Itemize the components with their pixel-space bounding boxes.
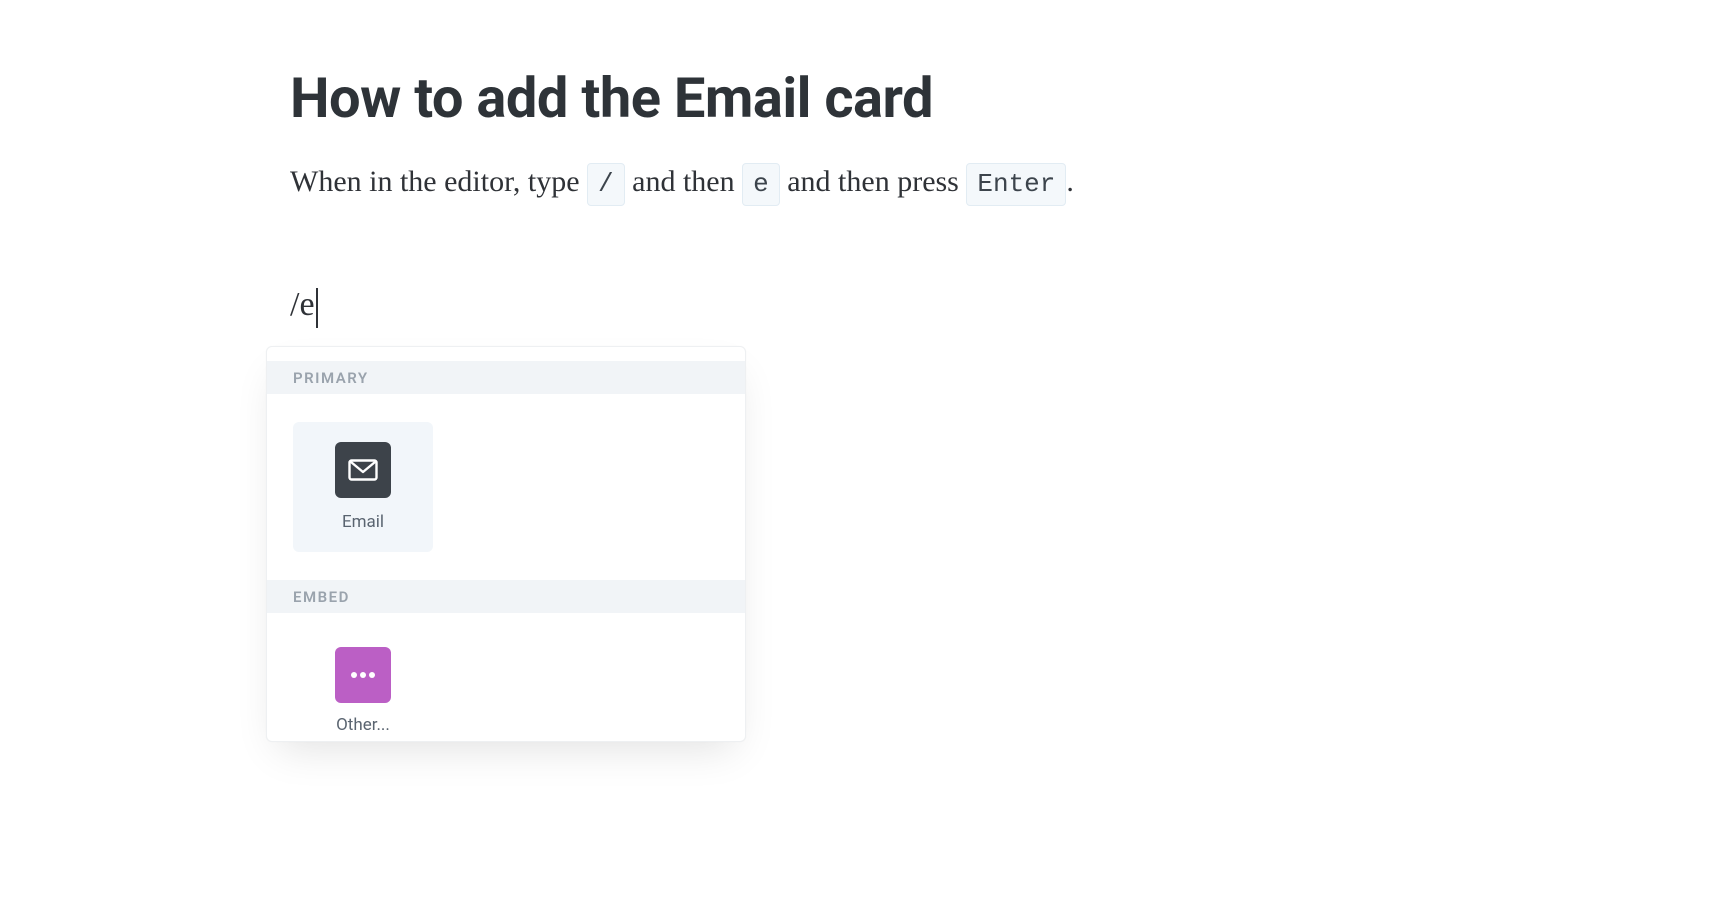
page-root: How to add the Email card When in the ed… bbox=[0, 0, 1722, 742]
intro-text-1: When in the editor, type bbox=[290, 165, 587, 198]
menu-group-body-embed: Other... bbox=[267, 613, 745, 741]
intro-paragraph: When in the editor, type / and then e an… bbox=[290, 161, 1722, 206]
menu-group-body-primary: Email bbox=[267, 394, 745, 580]
editor-typed-text[interactable]: /e bbox=[290, 286, 317, 324]
dots-icon bbox=[335, 647, 391, 703]
menu-group-header-embed: EMBED bbox=[267, 580, 745, 613]
kbd-enter: Enter bbox=[966, 163, 1066, 206]
menu-item-label: Email bbox=[342, 512, 384, 532]
kbd-slash: / bbox=[587, 163, 625, 206]
editor-area: /e PRIMARY Email EMBED bbox=[290, 286, 1722, 742]
page-title: How to add the Email card bbox=[290, 65, 1722, 131]
menu-item-other[interactable]: Other... bbox=[293, 641, 433, 735]
email-icon bbox=[335, 442, 391, 498]
intro-text-2: and then bbox=[625, 165, 742, 198]
intro-text-3: and then press bbox=[780, 165, 967, 198]
kbd-e: e bbox=[742, 163, 780, 206]
menu-item-label: Other... bbox=[336, 715, 390, 735]
intro-text-4: . bbox=[1066, 165, 1074, 198]
menu-item-email[interactable]: Email bbox=[293, 422, 433, 552]
slash-menu: PRIMARY Email EMBED bbox=[266, 346, 746, 742]
menu-group-header-primary: PRIMARY bbox=[267, 361, 745, 394]
